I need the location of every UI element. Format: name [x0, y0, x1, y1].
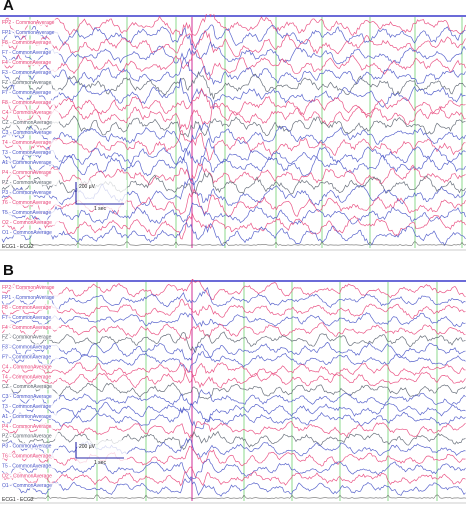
channel-label: T4 - CommonAverage [2, 140, 51, 146]
eeg-trace [1, 298, 466, 319]
eeg-trace [1, 382, 466, 400]
channel-label: F8 - CommonAverage [2, 100, 51, 106]
channel-label: F3 - CommonAverage [2, 70, 51, 76]
eeg-trace [1, 105, 466, 130]
scale-amplitude-label: 200 µV [79, 184, 96, 190]
channel-label: C4 - CommonAverage [2, 364, 52, 370]
eeg-trace [1, 312, 466, 328]
eeg-trace [1, 362, 466, 384]
ecg-label: ECG1 - ECG2 [2, 244, 34, 250]
eeg-trace [1, 279, 466, 301]
channel-label: T3 - CommonAverage [2, 404, 51, 410]
channel-label: T3 - CommonAverage [2, 150, 51, 156]
eeg-trace [1, 202, 466, 225]
eeg-trace [1, 171, 466, 195]
channel-label: O1 - CommonAverage [2, 230, 52, 236]
channel-label: FZ - CommonAverage [2, 335, 52, 341]
channel-label: FP1 - CommonAverage [2, 295, 55, 301]
eeg-trace [1, 221, 466, 247]
scale-time-label: 1 sec [94, 460, 106, 466]
eeg-traces-panel-a: FP2 - CommonAverage FP1 - CommonAverage F8… [0, 14, 467, 251]
eeg-trace [1, 331, 466, 354]
panel-b-label: B [3, 262, 14, 279]
eeg-trace [1, 421, 466, 439]
eeg-trace [1, 58, 466, 87]
ecg-trace [29, 241, 467, 246]
channel-label: F7 - CommonAverage [2, 315, 51, 321]
eeg-traces-panel-b: FP2 - CommonAverage FP1 - CommonAverage F8… [0, 279, 467, 504]
eeg-trace [1, 466, 466, 487]
channel-label: T5 - CommonAverage [2, 463, 51, 469]
eeg-trace [1, 458, 466, 480]
channel-label: PZ - CommonAverage [2, 434, 52, 440]
eeg-trace [1, 341, 466, 361]
channel-label: T4 - CommonAverage [2, 374, 51, 380]
channel-label: CZ - CommonAverage [2, 384, 52, 390]
scale-amplitude-label: 200 µV [79, 444, 96, 450]
channel-label: PZ - CommonAverage [2, 180, 52, 186]
channel-label: F3 - CommonAverage [2, 345, 51, 351]
channel-label: T6 - CommonAverage [2, 454, 51, 460]
channel-label: P3 - CommonAverage [2, 444, 52, 450]
channel-label: A1 - CommonAverage [2, 160, 52, 166]
channel-label: C3 - CommonAverage [2, 394, 52, 400]
channel-label: T6 - CommonAverage [2, 200, 51, 206]
channel-label: P4 - CommonAverage [2, 424, 52, 430]
channel-label: C3 - CommonAverage [2, 130, 52, 136]
eeg-trace [1, 430, 466, 450]
channel-label: CZ - CommonAverage [2, 120, 52, 126]
eeg-trace [1, 87, 466, 116]
channel-label: F7 - CommonAverage [2, 354, 51, 360]
channel-label: FZ - CommonAverage [2, 80, 52, 86]
ecg-label: ECG1 - ECG2 [2, 497, 34, 503]
eeg-panel-b: FP2 - CommonAverage FP1 - CommonAverage F8… [0, 279, 474, 507]
channel-label: P4 - CommonAverage [2, 170, 52, 176]
eeg-trace [1, 24, 466, 51]
channel-label: FP1 - CommonAverage [2, 30, 55, 36]
channel-label: F7 - CommonAverage [2, 90, 51, 96]
channel-label: F4 - CommonAverage [2, 325, 51, 331]
eeg-trace [1, 154, 466, 186]
eeg-trace [1, 389, 466, 407]
channel-label: FP2 - CommonAverage [2, 285, 55, 291]
channel-label: F7 - CommonAverage [2, 50, 51, 56]
channel-label: F8 - CommonAverage [2, 305, 51, 311]
eeg-trace [1, 40, 466, 65]
scale-time-label: 1 sec [94, 206, 106, 212]
eeg-trace [1, 14, 466, 37]
channel-label: C4 - CommonAverage [2, 110, 52, 116]
channel-label: O2 - CommonAverage [2, 220, 52, 226]
eeg-trace [1, 115, 466, 138]
channel-label: FP2 - CommonAverage [2, 20, 55, 26]
channel-label: A1 - CommonAverage [2, 414, 52, 420]
panel-a-label: A [3, 0, 14, 14]
channel-label: O2 - CommonAverage [2, 473, 52, 479]
channel-label: P3 - CommonAverage [2, 190, 52, 196]
eeg-trace [1, 122, 466, 153]
channel-label: F4 - CommonAverage [2, 60, 51, 66]
eeg-trace [1, 322, 466, 342]
channel-label: F8 - CommonAverage [2, 40, 51, 46]
eeg-trace [1, 367, 466, 389]
channel-label: T5 - CommonAverage [2, 210, 51, 216]
channel-label: O1 - CommonAverage [2, 483, 52, 489]
eeg-panel-a: FP2 - CommonAverage FP1 - CommonAverage F8… [0, 14, 474, 254]
